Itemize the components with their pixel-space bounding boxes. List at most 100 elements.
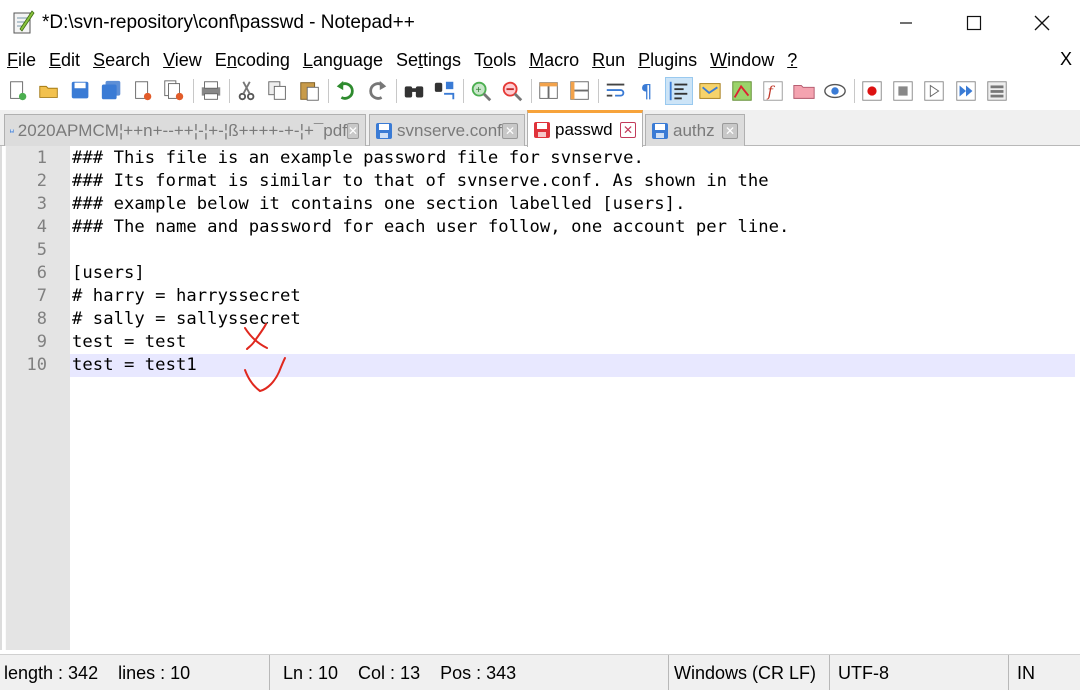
- minimize-icon: [900, 22, 912, 24]
- word-wrap-button[interactable]: [603, 78, 629, 104]
- zoom-out-button[interactable]: [499, 78, 525, 104]
- status-insert-mode[interactable]: IN: [1013, 655, 1080, 690]
- close-tab-icon[interactable]: ✕: [620, 122, 636, 138]
- line-number: 4: [36, 217, 47, 237]
- menu-item[interactable]: Encoding: [208, 50, 296, 71]
- menu-item[interactable]: Settings: [389, 50, 467, 71]
- code-line[interactable]: ### Its format is similar to that of svn…: [72, 171, 769, 191]
- svg-text:¶: ¶: [640, 81, 652, 102]
- code-line[interactable]: # sally = sallyssecret: [72, 309, 301, 329]
- redo-button[interactable]: [364, 78, 390, 104]
- monitoring-button[interactable]: [822, 78, 848, 104]
- menu-item-accelerator: W: [710, 49, 728, 70]
- close-tab-icon[interactable]: ✕: [502, 122, 518, 139]
- record-macro-icon: [862, 81, 882, 101]
- code-line[interactable]: ### The name and password for each user …: [72, 217, 789, 237]
- code-line[interactable]: ### This file is an example password fil…: [72, 148, 644, 168]
- status-encoding[interactable]: UTF-8: [834, 655, 1009, 690]
- code-line[interactable]: test = test1: [72, 355, 197, 375]
- tab-passwd[interactable]: passwd ✕: [527, 110, 643, 147]
- zoom-out-icon: [503, 81, 523, 102]
- svg-text:+: +: [476, 85, 482, 96]
- cut-button[interactable]: [234, 78, 260, 104]
- menu-item[interactable]: File: [0, 50, 42, 71]
- close-document-button[interactable]: X: [1060, 49, 1072, 70]
- undo-button[interactable]: [333, 78, 359, 104]
- monitoring-icon: [824, 83, 847, 99]
- open-file-button[interactable]: [36, 78, 62, 104]
- menu-item[interactable]: Plugins: [631, 50, 703, 71]
- status-bar: length : 342 lines : 10 Ln : 10 Col : 13…: [0, 654, 1080, 690]
- menu-item-label: indow: [727, 49, 775, 70]
- tab-pdf[interactable]: 2020APMCM¦++n+--++¦-¦+-¦ß++++-+-¦+¯pdf ✕: [4, 114, 366, 146]
- save-macro-button[interactable]: [984, 78, 1010, 104]
- minimize-button[interactable]: [872, 0, 940, 46]
- undo-icon: [336, 80, 354, 100]
- menu-item-label: acro: [544, 49, 580, 70]
- menu-item[interactable]: ?: [780, 50, 803, 71]
- close-button[interactable]: [130, 78, 156, 104]
- run-macro-multiple-button[interactable]: [953, 78, 979, 104]
- save-all-icon: [101, 80, 121, 100]
- menu-item[interactable]: Language: [296, 50, 389, 71]
- menu-item-label: anguage: [312, 49, 383, 70]
- code-line[interactable]: ### example below it contains one sectio…: [72, 194, 685, 214]
- print-icon: [201, 81, 221, 100]
- stop-record-button[interactable]: [890, 78, 916, 104]
- maximize-button[interactable]: [940, 0, 1008, 46]
- find-button[interactable]: [401, 78, 427, 104]
- line-number: 8: [36, 309, 47, 329]
- play-macro-button[interactable]: [921, 78, 947, 104]
- save-all-button[interactable]: [99, 78, 125, 104]
- copy-button[interactable]: [265, 78, 291, 104]
- status-col: Col : 13: [358, 662, 421, 683]
- new-file-button[interactable]: [5, 78, 31, 104]
- show-all-chars-button[interactable]: ¶: [635, 78, 661, 104]
- code-line[interactable]: test = test: [72, 332, 186, 352]
- close-tab-icon[interactable]: ✕: [722, 122, 738, 139]
- menu-item[interactable]: Tools: [467, 50, 522, 71]
- menu-item[interactable]: Macro: [522, 50, 585, 71]
- tab-svnserve-conf[interactable]: svnserve.conf ✕: [369, 114, 525, 146]
- language-udl-button[interactable]: [697, 78, 723, 104]
- sync-horizontal-button[interactable]: [567, 78, 593, 104]
- function-list-button[interactable]: f: [760, 78, 786, 104]
- sync-vertical-button[interactable]: [536, 78, 562, 104]
- record-macro-button[interactable]: [859, 78, 885, 104]
- save-button[interactable]: [68, 78, 94, 104]
- status-eol[interactable]: Windows (CR LF): [670, 655, 830, 690]
- menu-item[interactable]: Search: [86, 50, 156, 71]
- menu-item-accelerator: P: [638, 49, 651, 70]
- tab-bar: 2020APMCM¦++n+--++¦-¦+-¦ß++++-+-¦+¯pdf ✕…: [0, 110, 1080, 147]
- editor[interactable]: 1 ### This file is an example password fi…: [0, 146, 1080, 650]
- replace-button[interactable]: [432, 78, 458, 104]
- close-window-button[interactable]: [1008, 0, 1076, 46]
- menu-item-label: earch: [105, 49, 151, 70]
- status-lines: lines : 10: [118, 662, 191, 683]
- find-icon: [404, 86, 423, 98]
- menu-item[interactable]: Window: [703, 50, 780, 71]
- paste-button[interactable]: [297, 78, 323, 104]
- close-tab-icon[interactable]: ✕: [346, 122, 359, 139]
- tab-label: passwd: [555, 120, 613, 139]
- print-button[interactable]: [198, 78, 224, 104]
- document-map-button[interactable]: [729, 78, 755, 104]
- menu-item-accelerator: L: [302, 49, 313, 70]
- tab-label: svnserve.conf: [397, 120, 502, 140]
- menu-item-accelerator: S: [93, 49, 106, 70]
- status-length: length : 342: [4, 662, 99, 683]
- menu-item[interactable]: Edit: [42, 50, 86, 71]
- indent-guide-button[interactable]: [664, 77, 693, 105]
- menu-item-label: dit: [61, 49, 81, 70]
- zoom-in-button[interactable]: +: [468, 78, 494, 104]
- close-all-button[interactable]: [161, 78, 187, 104]
- tab-authz[interactable]: authz ✕: [645, 114, 745, 146]
- code-line[interactable]: # harry = harryssecret: [72, 286, 301, 306]
- close-icon: [135, 81, 152, 101]
- replace-icon: [434, 81, 455, 100]
- folder-as-workspace-button[interactable]: [791, 78, 817, 104]
- menu-item[interactable]: View: [156, 50, 208, 71]
- code-line[interactable]: [users]: [72, 263, 145, 283]
- menu-item-label: coding: [236, 49, 290, 70]
- menu-item[interactable]: Run: [585, 50, 631, 71]
